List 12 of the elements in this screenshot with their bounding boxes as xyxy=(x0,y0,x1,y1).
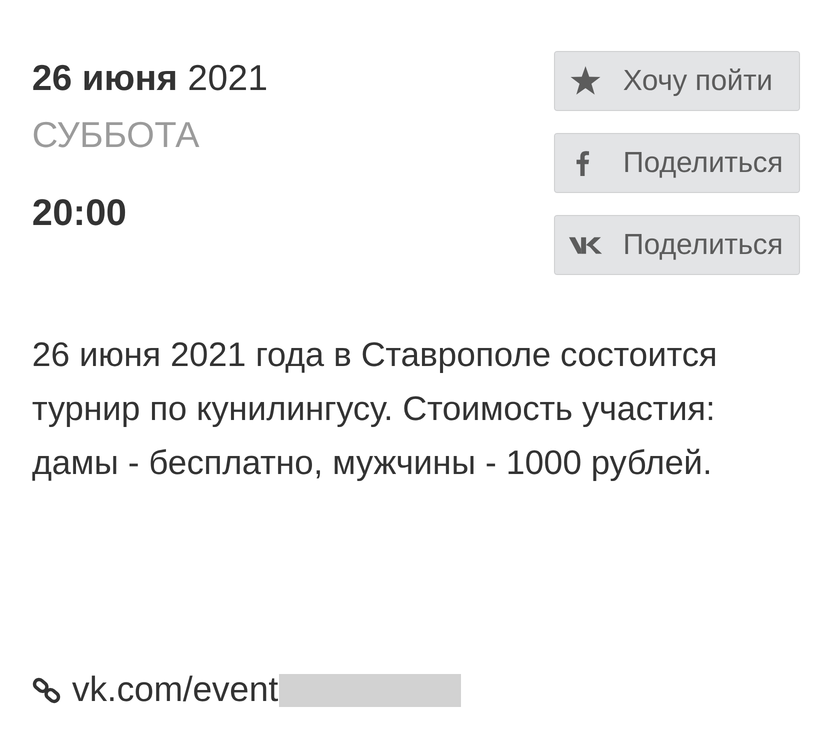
share-button[interactable]: Поделиться xyxy=(554,133,800,193)
weekday-label: СУББОТА xyxy=(32,113,200,157)
star-icon xyxy=(570,66,600,96)
vk-icon xyxy=(568,235,602,255)
event-link[interactable]: vk.com/event xyxy=(72,668,278,712)
event-date: 26 июня 2021 xyxy=(32,56,268,100)
facebook-icon xyxy=(576,150,588,176)
event-time: 20:00 xyxy=(32,191,128,235)
share-button[interactable]: Поделиться xyxy=(554,215,800,275)
want-to-go-button[interactable]: Хочу пойти xyxy=(554,51,800,111)
link-icon xyxy=(32,676,61,704)
event-description: 26 июня 2021 года в Ставрополе состоится турнир по кунилингусу. Стоимость участия: дамы - бесплатно, мужчины - 1000 рублей. xyxy=(32,335,718,484)
